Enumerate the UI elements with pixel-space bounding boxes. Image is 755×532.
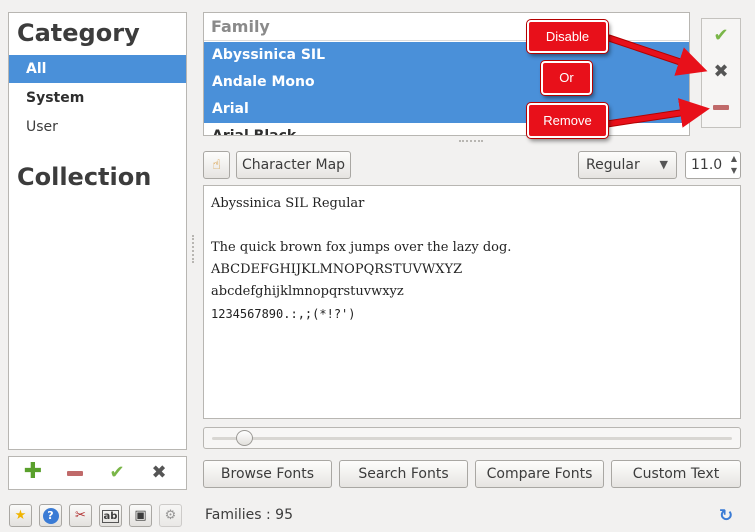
annotation-arrows <box>603 34 710 128</box>
or-callout: Or <box>541 61 592 95</box>
remove-callout: Remove <box>527 103 608 138</box>
disable-callout: Disable <box>527 20 608 53</box>
